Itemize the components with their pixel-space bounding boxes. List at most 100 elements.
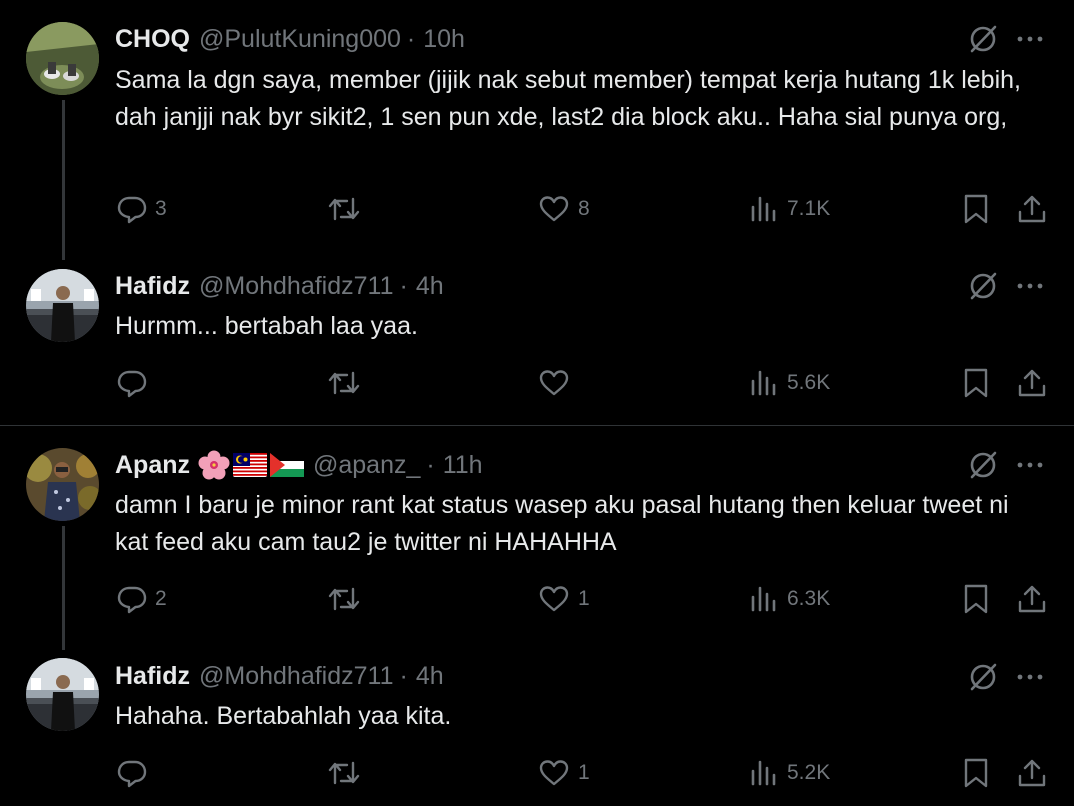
bookmark-icon [964,368,988,398]
retweet-icon [328,761,360,785]
like-button[interactable] [538,367,578,399]
share-button[interactable] [1016,757,1048,789]
like-count: 1 [578,587,590,610]
more-options-icon[interactable] [1012,448,1048,482]
retweet-button[interactable] [327,583,369,615]
timestamp[interactable]: 4h [416,661,444,691]
share-icon [1018,195,1046,223]
author-handle[interactable]: @Mohdhafidz711 [199,271,393,301]
views-count: 5.6K [787,371,831,394]
bookmark-button[interactable] [962,583,990,615]
like-button[interactable]: 8 [538,193,590,225]
hibiscus-icon [198,450,230,480]
reply-button[interactable] [117,367,155,399]
views-icon [751,370,776,396]
separator-dot: · [426,451,435,479]
bookmark-button[interactable] [962,193,990,225]
author-name[interactable]: Hafidz [115,271,190,301]
bookmark-icon [964,194,988,224]
views-count: 7.1K [787,197,831,220]
heart-icon [539,196,569,222]
action-bar: 3 8 7.1K [0,193,1074,227]
views-button[interactable]: 7.1K [749,193,830,225]
malaysia-flag-icon [233,453,267,477]
reply-icon [117,760,147,788]
retweet-button[interactable] [327,193,369,225]
tweet-hafidz-2[interactable]: Hafidz @Mohdhafidz711 · 4h Hahaha. Berta… [0,650,1074,806]
share-button[interactable] [1016,193,1048,225]
avatar[interactable] [26,22,99,95]
avatar[interactable] [26,658,99,731]
reply-count: 2 [155,587,167,610]
bookmark-button[interactable] [962,757,990,789]
share-button[interactable] [1016,367,1048,399]
bookmark-icon [964,584,988,614]
tweet-apanz[interactable]: Apanz @apanz_ · 11h damn I baru je minor… [0,426,1074,650]
action-bar: 2 1 6.3K [0,583,1074,617]
retweet-button[interactable] [327,367,369,399]
tweet-text: Hahaha. Bertabahlah yaa kita. [115,702,452,730]
timestamp[interactable]: 4h [416,271,444,301]
reply-icon [117,586,147,614]
views-count: 6.3K [787,587,831,610]
tweet-choq[interactable]: CHOQ @PulutKuning000 · 10h Sama la dgn s… [0,0,1074,265]
retweet-icon [328,587,360,611]
author-handle[interactable]: @Mohdhafidz711 [199,661,393,691]
grok-icon[interactable] [966,660,1000,694]
action-bar: 5.6K [0,367,1074,401]
more-options-icon[interactable] [1012,269,1048,303]
like-button[interactable]: 1 [538,757,590,789]
bookmark-button[interactable] [962,367,990,399]
timestamp[interactable]: 10h [423,24,465,54]
reply-button[interactable]: 3 [117,193,167,225]
grok-icon[interactable] [966,22,1000,56]
views-icon [751,760,776,786]
more-options-icon[interactable] [1012,660,1048,694]
avatar[interactable] [26,269,99,342]
retweet-icon [328,197,360,221]
reply-icon [117,196,147,224]
retweet-button[interactable] [327,757,369,789]
views-button[interactable]: 6.3K [749,583,830,615]
author-name[interactable]: Hafidz [115,661,190,691]
grok-icon[interactable] [966,448,1000,482]
tweet-hafidz-1[interactable]: Hafidz @Mohdhafidz711 · 4h Hurmm... bert… [0,265,1074,425]
tweet-text: damn I baru je minor rant kat status was… [115,491,1016,556]
author-name[interactable]: CHOQ [115,24,190,54]
views-icon [751,196,776,222]
views-icon [751,586,776,612]
share-button[interactable] [1016,583,1048,615]
palestine-flag-icon [270,453,304,477]
separator-dot: · [406,25,416,53]
tweet-text: Sama la dgn saya, member (jijik nak sebu… [115,66,1028,131]
author-name[interactable]: Apanz [115,450,190,480]
reply-count: 3 [155,197,167,220]
heart-icon [539,586,569,612]
like-count: 1 [578,761,590,784]
separator-dot: · [399,662,408,690]
share-icon [1018,759,1046,787]
retweet-icon [328,371,360,395]
tweet-text: Hurmm... bertabah laa yaa. [115,312,418,340]
views-button[interactable]: 5.6K [749,367,830,399]
reply-icon [117,370,147,398]
author-handle[interactable]: @PulutKuning000 [199,24,401,54]
timestamp[interactable]: 11h [443,450,483,480]
like-button[interactable]: 1 [538,583,590,615]
grok-icon[interactable] [966,269,1000,303]
more-options-icon[interactable] [1012,22,1048,56]
author-handle[interactable]: @apanz_ [313,450,420,480]
action-bar: 1 5.2K [0,757,1074,791]
views-button[interactable]: 5.2K [749,757,830,789]
avatar[interactable] [26,448,99,521]
name-emojis [198,450,304,480]
views-count: 5.2K [787,761,831,784]
separator-dot: · [399,272,408,300]
reply-button[interactable] [117,757,155,789]
heart-icon [539,760,569,786]
reply-button[interactable]: 2 [117,583,167,615]
like-count: 8 [578,197,590,220]
heart-icon [539,370,569,396]
share-icon [1018,369,1046,397]
share-icon [1018,585,1046,613]
